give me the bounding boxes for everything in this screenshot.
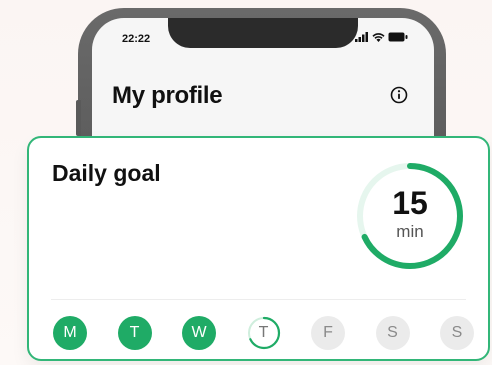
weekday-label: M xyxy=(63,324,77,341)
battery-icon xyxy=(388,32,408,42)
weekday-label: F xyxy=(323,324,333,341)
weekday-2[interactable]: W xyxy=(182,316,216,350)
signal-icon xyxy=(355,32,368,42)
daily-goal-title: Daily goal xyxy=(52,160,161,186)
wifi-icon xyxy=(372,33,385,42)
status-time: 22:22 xyxy=(122,33,151,45)
page-title: My profile xyxy=(112,82,223,109)
weekday-4[interactable]: F xyxy=(311,316,345,350)
goal-unit: min xyxy=(396,222,424,241)
weekday-row: MTWTFSS xyxy=(53,316,474,350)
weekday-3[interactable]: T xyxy=(246,316,281,350)
phone-side-button xyxy=(76,100,81,136)
weekday-0[interactable]: M xyxy=(53,316,87,350)
weekday-label: T xyxy=(258,324,269,341)
daily-goal-card[interactable]: Daily goal 15 min M T W T F S S xyxy=(27,136,490,361)
weekday-5[interactable]: S xyxy=(375,316,410,350)
goal-value: 15 xyxy=(392,185,428,221)
weekday-label: S xyxy=(451,324,463,341)
phone-notch xyxy=(168,18,358,48)
card-divider xyxy=(51,299,466,300)
weekday-1[interactable]: T xyxy=(117,316,152,350)
weekday-label: W xyxy=(191,324,207,341)
status-icons xyxy=(355,32,408,42)
weekday-label: T xyxy=(129,324,140,341)
info-icon[interactable] xyxy=(390,86,408,104)
weekday-6[interactable]: S xyxy=(440,316,474,350)
weekday-label: S xyxy=(387,324,398,341)
